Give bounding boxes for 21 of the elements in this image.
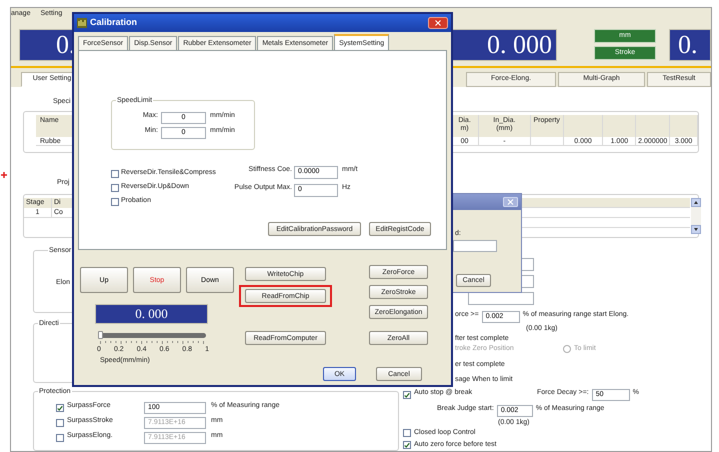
- close-icon[interactable]: [428, 17, 448, 29]
- slider-thumb[interactable]: [98, 331, 103, 339]
- speed-display: 0. 000: [95, 304, 208, 324]
- scroll-up-icon[interactable]: [691, 198, 701, 207]
- checkbox[interactable]: [111, 198, 119, 206]
- radio-button[interactable]: [563, 345, 571, 353]
- checkbox[interactable]: [56, 404, 64, 412]
- scrollbar[interactable]: [691, 198, 701, 234]
- cross-mark-icon: [1, 172, 7, 178]
- checkbox[interactable]: [403, 441, 411, 449]
- input-field[interactable]: [453, 240, 497, 252]
- checkbox[interactable]: [403, 391, 411, 399]
- checkbox[interactable]: [403, 429, 411, 437]
- window-title: Calibration: [90, 16, 138, 30]
- scroll-down-icon[interactable]: [691, 225, 701, 234]
- checkbox[interactable]: [111, 184, 119, 192]
- speed-slider[interactable]: [98, 331, 206, 339]
- app-icon: [77, 18, 87, 28]
- readout-display: 0.: [669, 28, 711, 62]
- input-field[interactable]: [468, 292, 534, 305]
- checkbox[interactable]: [111, 170, 119, 178]
